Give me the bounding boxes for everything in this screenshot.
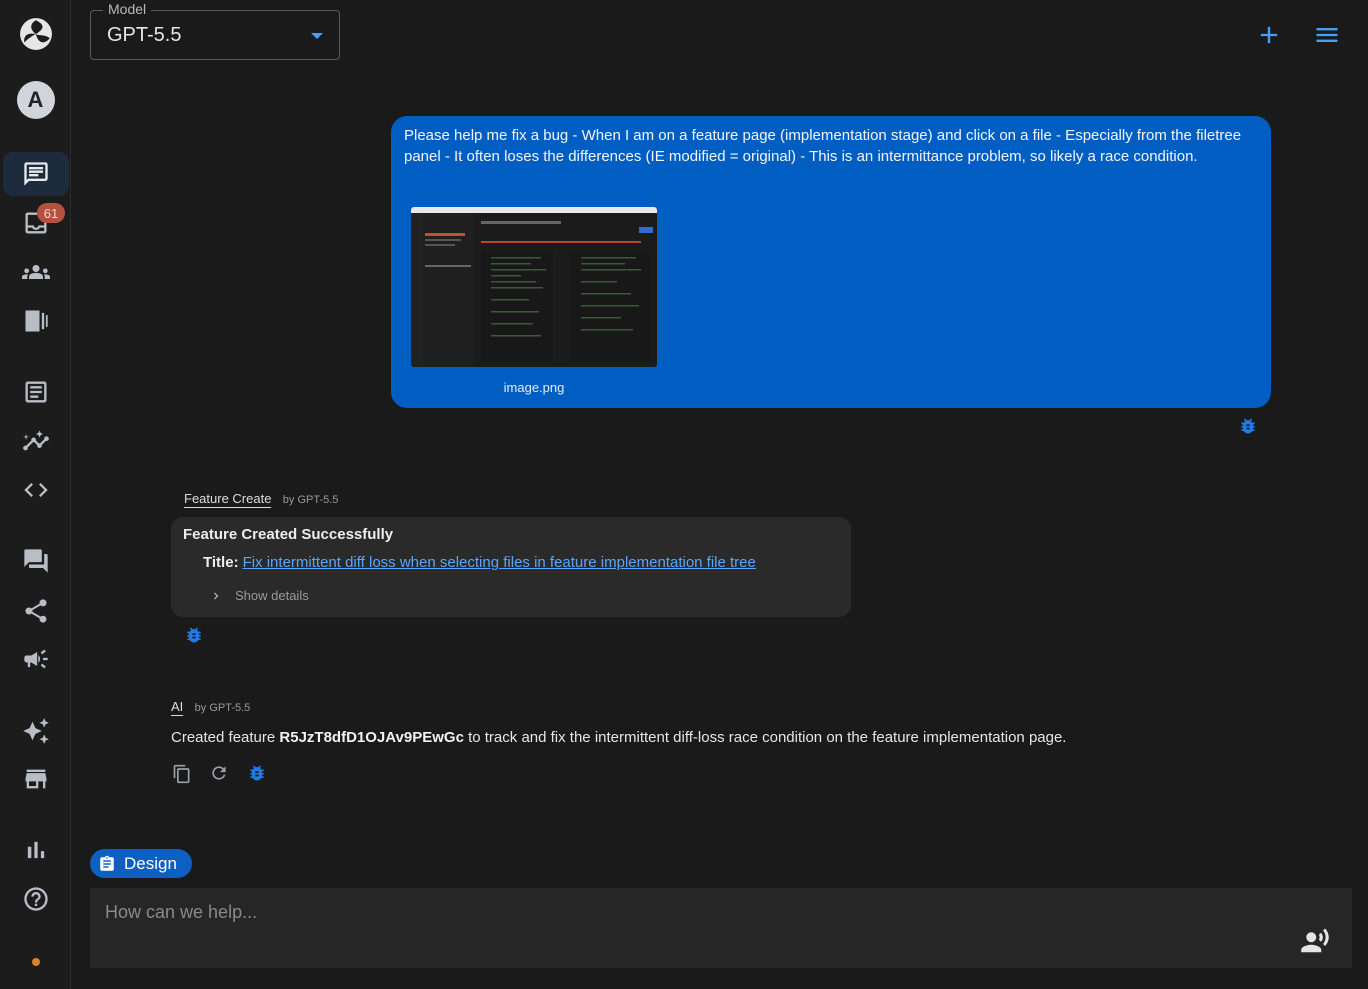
sidebar-item-notes[interactable]: [0, 370, 71, 414]
refresh-icon: [212, 766, 226, 780]
logo-icon: [19, 18, 52, 50]
screenshot-preview-image: [411, 207, 657, 367]
sidebar: A 61: [0, 0, 71, 989]
message-input[interactable]: [90, 888, 1290, 968]
ai-text-before: Created feature: [171, 729, 280, 746]
copy-icon: [173, 764, 190, 784]
ai-by: by GPT-5.5: [194, 702, 251, 714]
ai-name: AI: [171, 699, 184, 716]
attachment-filename: image.png: [503, 380, 565, 395]
caret-down-icon: [311, 33, 323, 39]
bar-chart-icon: [27, 841, 44, 859]
sidebar-item-chat[interactable]: [3, 152, 69, 196]
bug-icon: [1241, 418, 1255, 434]
connection-status: [0, 940, 71, 984]
ai-message-text: Created feature R5JzT8dfD1OJAv9PEwGc to …: [171, 729, 1066, 746]
show-details-label: Show details: [235, 588, 309, 603]
app-root: A 61 Model GPT-5.5 Please help me fix a …: [0, 0, 1368, 989]
sidebar-item-announcements[interactable]: [0, 637, 71, 681]
new-chat-button[interactable]: [1254, 20, 1284, 50]
tool-by: by GPT-5.5: [282, 494, 339, 506]
sidebar-item-reports[interactable]: [0, 828, 71, 872]
copy-button[interactable]: [172, 764, 192, 784]
tool-name: Feature Create: [184, 491, 272, 508]
code-icon: [23, 483, 48, 497]
ai-message-meta: AI by GPT-5.5: [171, 699, 251, 716]
share-icon: [25, 599, 46, 623]
sidebar-item-teams[interactable]: [0, 250, 71, 294]
feature-id: R5JzT8dfD1OJAv9PEwGc: [279, 729, 464, 746]
plus-icon: [1260, 26, 1278, 44]
ai-text-after: to track and fix the intermittent diff-l…: [463, 729, 1067, 746]
model-value: GPT-5.5: [107, 24, 182, 46]
groups-icon: [21, 265, 50, 279]
user-message-bubble: Please help me fix a bug - When I am on …: [391, 116, 1271, 408]
forum-icon: [23, 549, 48, 573]
regenerate-button[interactable]: [209, 763, 229, 783]
tool-result-heading: Feature Created Successfully: [183, 526, 394, 543]
storefront-icon: [25, 769, 46, 789]
avatar: A: [16, 81, 55, 119]
report-bug-button[interactable]: [247, 763, 267, 783]
user-avatar-button[interactable]: A: [0, 78, 71, 122]
report-bug-button[interactable]: [1238, 416, 1258, 436]
sidebar-item-store[interactable]: [0, 757, 71, 801]
feature-title-row: Title: Fix intermittent diff loss when se…: [203, 554, 756, 571]
sparkle-icon: [22, 718, 49, 744]
model-select[interactable]: Model GPT-5.5: [90, 1, 340, 60]
feature-title-link[interactable]: Fix intermittent diff loss when selectin…: [243, 554, 756, 571]
menu-icon: [1316, 28, 1338, 42]
insights-icon: [22, 430, 49, 451]
sidebar-item-ai[interactable]: [0, 709, 71, 753]
user-message-text: Please help me fix a bug - When I am on …: [404, 127, 1242, 165]
bug-icon: [187, 627, 201, 643]
composer: [90, 888, 1352, 968]
voice-input-button[interactable]: [1300, 926, 1330, 956]
article-icon: [25, 381, 46, 403]
help-icon: [23, 887, 48, 911]
inbox-badge: 61: [37, 203, 65, 223]
sidebar-item-code[interactable]: [0, 468, 71, 512]
sidebar-item-share[interactable]: [0, 589, 71, 633]
attachment-thumbnail[interactable]: [411, 207, 657, 367]
sidebar-item-forum[interactable]: [0, 539, 71, 583]
sidebar-item-inbox[interactable]: 61: [0, 201, 71, 245]
clipboard-icon: [100, 855, 114, 871]
record-voice-icon: [1301, 928, 1329, 953]
bug-icon: [250, 765, 264, 781]
feature-title-label: Title:: [203, 554, 239, 571]
design-mode-chip[interactable]: Design: [90, 849, 192, 878]
status-dot: [31, 958, 40, 966]
tool-message-meta: Feature Create by GPT-5.5: [184, 491, 339, 508]
library-icon: [25, 310, 48, 332]
model-legend: Model: [103, 1, 152, 17]
tool-result-card: Feature Created Successfully Title: Fix i…: [171, 517, 851, 617]
campaign-icon: [23, 649, 48, 669]
sidebar-item-analytics[interactable]: [0, 419, 71, 463]
menu-button[interactable]: [1312, 20, 1342, 50]
show-details-toggle[interactable]: Show details: [209, 588, 309, 603]
report-bug-button[interactable]: [184, 625, 204, 645]
app-logo[interactable]: [0, 12, 71, 56]
chat-icon: [24, 162, 48, 186]
sidebar-item-help[interactable]: [0, 877, 71, 921]
design-chip-label: Design: [124, 853, 177, 873]
sidebar-item-library[interactable]: [0, 299, 71, 343]
chevron-right-icon: [209, 589, 223, 603]
